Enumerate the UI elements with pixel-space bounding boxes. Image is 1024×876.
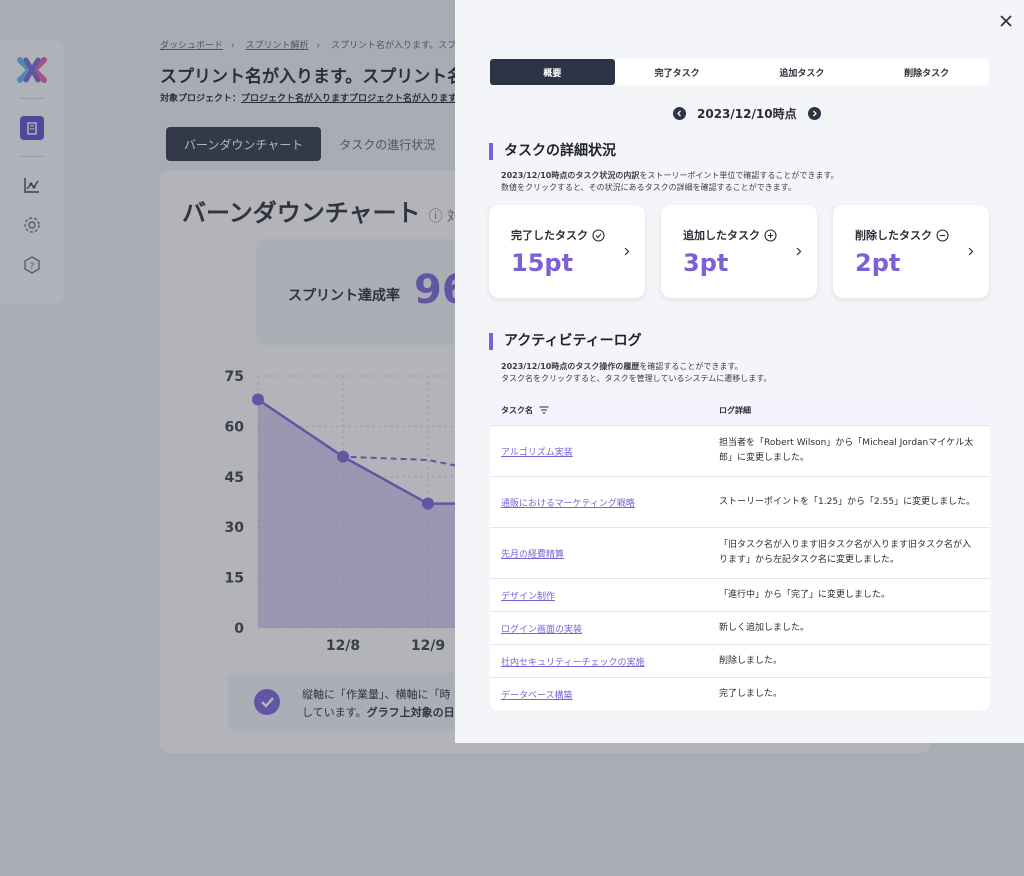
- table-row: 通販におけるマーケティング戦略 ストーリーポイントを「1.25」から「2.55」…: [490, 476, 990, 527]
- stat-label-text: 削除したタスク: [855, 229, 932, 242]
- log-detail: 新しく追加しました。: [719, 622, 810, 633]
- deleted-tasks-card[interactable]: 削除したタスク 2pt: [833, 205, 989, 298]
- plus-circle-icon: [764, 228, 777, 242]
- task-link[interactable]: ログイン画面の実装: [490, 622, 719, 635]
- chevron-right-icon: [968, 247, 974, 256]
- stat-label-text: 追加したタスク: [683, 229, 760, 242]
- tab-added-tasks[interactable]: 追加タスク: [740, 59, 865, 85]
- details-section-desc: 2023/12/10時点のタスク状況の内訳をストーリーポイント単位で確認すること…: [501, 170, 839, 194]
- table-row: アルゴリズム実装 担当者を「Robert Wilson」から「Micheal J…: [490, 425, 990, 476]
- log-detail: 削除しました。: [719, 655, 783, 666]
- table-row: 先月の経費精算 「旧タスク名が入ります旧タスク名が入ります旧タスク名が入ります」…: [490, 527, 990, 578]
- stat-value[interactable]: 2pt: [855, 249, 900, 277]
- column-header-label: タスク名: [501, 405, 533, 415]
- check-circle-icon: [592, 228, 605, 242]
- table-header: タスク名 ログ詳細: [490, 395, 990, 425]
- date-navigator: 2023/12/10時点: [673, 105, 821, 122]
- desc-line: 数値をクリックすると、その状況にあるタスクの詳細を確認することができます。: [501, 183, 796, 192]
- tab-completed-tasks[interactable]: 完了タスク: [615, 59, 740, 85]
- tab-overview[interactable]: 概要: [490, 59, 615, 85]
- desc-line: 2023/12/10時点のタスク操作の履歴を確認することができます。: [501, 361, 771, 373]
- prev-date-button[interactable]: [673, 107, 686, 120]
- details-section-title: タスクの詳細状況: [489, 143, 616, 160]
- table-row: ログイン画面の実装 新しく追加しました。: [490, 611, 990, 644]
- filter-icon[interactable]: [539, 406, 549, 414]
- minus-circle-icon: [936, 228, 949, 242]
- task-link[interactable]: アルゴリズム実装: [490, 445, 719, 458]
- added-tasks-card[interactable]: 追加したタスク 3pt: [661, 205, 817, 298]
- desc-bold: 2023/12/10時点のタスク操作の履歴: [501, 362, 640, 371]
- column-header-task[interactable]: タスク名: [490, 405, 719, 416]
- desc-text: を確認することができます。: [639, 362, 743, 371]
- log-detail: 「進行中」から「完了」に変更しました。: [719, 589, 891, 600]
- close-icon: [1000, 15, 1012, 27]
- stat-value[interactable]: 15pt: [511, 249, 573, 277]
- table-row: データベース構築 完了しました。: [490, 677, 990, 710]
- log-detail: 担当者を「Robert Wilson」から「Micheal Jordanマイケル…: [719, 438, 974, 463]
- completed-tasks-card[interactable]: 完了したタスク 15pt: [489, 205, 645, 298]
- log-detail: ストーリーポイントを「1.25」から「2.55」に変更しました。: [719, 496, 976, 507]
- activity-log-title: アクティビティーログ: [489, 333, 642, 350]
- column-header-detail: ログ詳細: [719, 405, 751, 415]
- task-link[interactable]: デザイン制作: [490, 589, 719, 602]
- chevron-right-icon: [812, 110, 817, 117]
- desc-line: 2023/12/10時点のタスク状況の内訳をストーリーポイント単位で確認すること…: [501, 170, 839, 182]
- stat-label-text: 完了したタスク: [511, 229, 588, 242]
- table-row: デザイン制作 「進行中」から「完了」に変更しました。: [490, 578, 990, 611]
- chevron-left-icon: [677, 110, 681, 117]
- desc-text: をストーリーポイント単位で確認することができます。: [639, 171, 839, 180]
- log-detail: 「旧タスク名が入ります旧タスク名が入ります旧タスク名が入ります」から左記タスク名…: [719, 540, 972, 565]
- drawer-tabs: 概要 完了タスク 追加タスク 削除タスク: [490, 59, 989, 85]
- stat-label: 削除したタスク: [855, 227, 949, 243]
- log-detail: 完了しました。: [719, 688, 783, 699]
- activity-log-table: タスク名 ログ詳細 アルゴリズム実装 担当者を「Robert Wilson」から…: [490, 395, 990, 710]
- chevron-right-icon: [796, 247, 802, 256]
- task-link[interactable]: 社内セキュリティーチェックの実施: [490, 655, 719, 668]
- table-row: 社内セキュリティーチェックの実施 削除しました。: [490, 644, 990, 677]
- desc-bold: 2023/12/10時点のタスク状況の内訳: [501, 171, 640, 180]
- stat-label: 完了したタスク: [511, 227, 605, 243]
- desc-line: タスク名をクリックすると、タスクを管理しているシステムに遷移します。: [501, 374, 772, 383]
- stat-label: 追加したタスク: [683, 227, 777, 243]
- detail-drawer: 概要 完了タスク 追加タスク 削除タスク 2023/12/10時点 タスクの詳細…: [455, 0, 1024, 743]
- close-button[interactable]: [995, 10, 1017, 32]
- task-link[interactable]: データベース構築: [490, 688, 719, 701]
- tab-deleted-tasks[interactable]: 削除タスク: [864, 59, 989, 85]
- current-date: 2023/12/10時点: [697, 107, 797, 121]
- stat-value[interactable]: 3pt: [683, 249, 728, 277]
- task-link[interactable]: 先月の経費精算: [490, 547, 719, 560]
- next-date-button[interactable]: [807, 107, 821, 120]
- task-link[interactable]: 通販におけるマーケティング戦略: [490, 496, 719, 509]
- chevron-right-icon: [624, 247, 630, 256]
- activity-log-desc: 2023/12/10時点のタスク操作の履歴を確認することができます。 タスク名を…: [501, 361, 771, 385]
